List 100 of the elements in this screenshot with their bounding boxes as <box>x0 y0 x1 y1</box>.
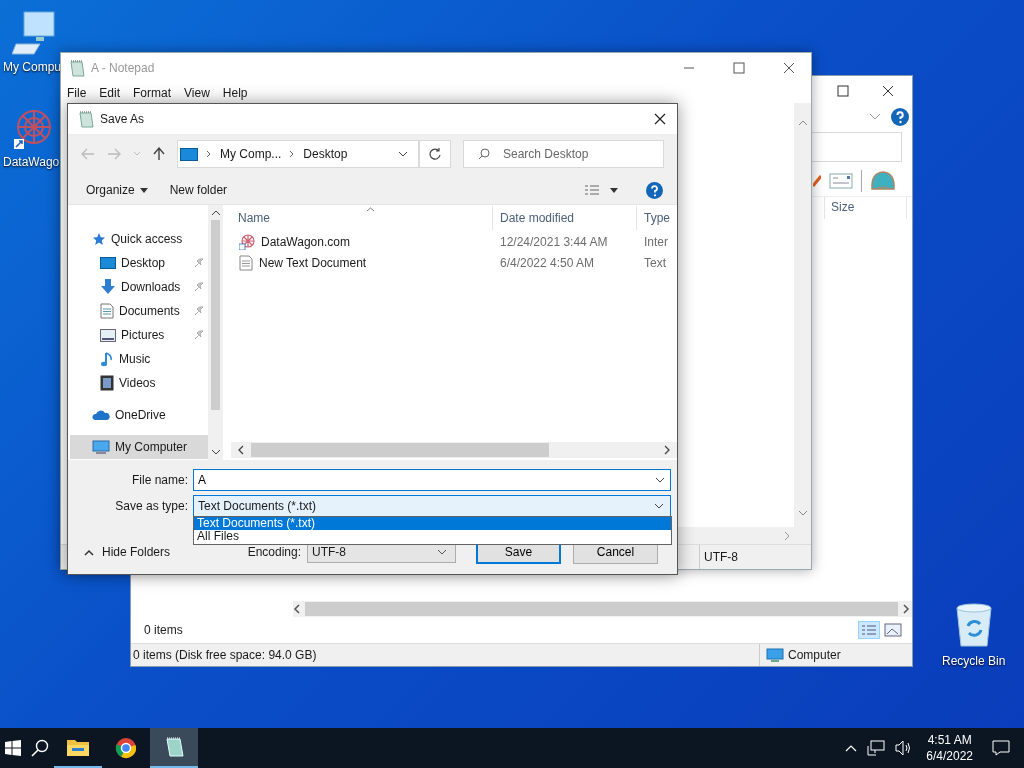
computer-icon <box>92 439 110 455</box>
scroll-left-icon[interactable] <box>237 445 245 455</box>
clock-time[interactable]: 4:51 AM <box>927 733 972 747</box>
nav-item[interactable]: Documents <box>68 299 208 323</box>
search-icon[interactable] <box>31 739 49 757</box>
chevron-down-icon[interactable] <box>398 151 408 157</box>
chevron-down-icon[interactable] <box>654 503 664 509</box>
search-field[interactable]: Search Desktop <box>463 140 664 168</box>
film-icon <box>100 375 114 391</box>
column-header[interactable]: Size <box>824 197 907 219</box>
refresh-icon[interactable] <box>429 148 441 160</box>
notepad-icon[interactable] <box>163 736 185 758</box>
nav-item[interactable]: OneDrive <box>68 403 208 427</box>
vertical-scrollbar[interactable] <box>208 205 223 460</box>
status-text: 0 items (Disk free space: 94.0 GB) <box>133 648 317 662</box>
item-count: 0 items <box>144 623 183 637</box>
field-label: Encoding: <box>247 545 301 559</box>
close-icon[interactable] <box>654 113 666 125</box>
folder-icon[interactable] <box>66 737 90 757</box>
desktop-icon-label[interactable]: DataWago <box>3 155 60 169</box>
breadcrumb-item[interactable]: Desktop <box>303 147 348 161</box>
window-title: A - Notepad <box>91 61 155 75</box>
text-file-icon <box>239 254 253 271</box>
nav-item[interactable]: Desktop <box>68 251 208 275</box>
address-bar[interactable]: My Comp... Desktop <box>177 140 419 168</box>
maximize-icon[interactable] <box>837 85 849 97</box>
file-type: Text <box>643 255 667 270</box>
clock-date[interactable]: 6/4/2022 <box>926 749 973 763</box>
monitor-icon <box>766 648 784 662</box>
file-name-field[interactable]: A <box>193 469 671 491</box>
caret-icon <box>139 187 148 193</box>
field-label: Save as type: <box>114 499 189 513</box>
nav-item[interactable]: Music <box>68 347 208 371</box>
file-name[interactable]: New Text Document <box>259 255 367 270</box>
notepad-icon <box>69 59 85 77</box>
nav-item[interactable]: Videos <box>68 371 208 395</box>
nav-item[interactable]: My Computer <box>70 435 208 459</box>
column-header[interactable]: Name <box>231 206 493 230</box>
sort-caret-icon[interactable] <box>366 207 375 212</box>
cloud-icon <box>92 409 110 421</box>
horizontal-scrollbar[interactable] <box>231 442 677 458</box>
caret-icon[interactable] <box>610 187 618 193</box>
new-folder-button[interactable]: New folder <box>161 180 236 200</box>
chevron-down-icon[interactable] <box>437 549 447 555</box>
chevron-down-icon[interactable] <box>655 477 665 483</box>
menu-item[interactable]: Help <box>222 86 248 100</box>
notepad-icon <box>78 110 94 128</box>
checkmark-icon[interactable] <box>813 175 821 187</box>
file-name[interactable]: DataWagon.com <box>261 234 350 249</box>
nav-item[interactable]: Pictures <box>68 323 208 347</box>
close-icon[interactable] <box>783 62 795 74</box>
windows-logo-icon[interactable] <box>5 740 21 756</box>
desktop-icon <box>100 256 116 270</box>
chevron-right-icon[interactable] <box>289 150 296 158</box>
taskbar-button[interactable] <box>150 728 198 768</box>
shell-icon[interactable] <box>870 169 896 193</box>
nav-item[interactable]: Quick access <box>68 227 208 251</box>
scroll-down-icon[interactable] <box>210 449 221 456</box>
file-type-dropdown[interactable]: Text Documents (*.txt) <box>193 495 671 517</box>
menu-item[interactable]: Edit <box>99 86 121 100</box>
picture-icon <box>100 328 116 342</box>
close-icon[interactable] <box>882 85 894 97</box>
file-date: 6/4/2022 4:50 AM <box>499 255 596 270</box>
up-arrow-icon[interactable] <box>153 147 165 161</box>
music-note-icon <box>100 351 114 367</box>
column-header[interactable]: Type <box>637 206 677 230</box>
scroll-right-icon[interactable] <box>663 445 671 455</box>
refresh-button[interactable] <box>419 140 451 168</box>
desktop-icon-label[interactable]: Recycle Bin <box>942 654 1006 668</box>
organize-button[interactable]: Organize <box>78 180 156 200</box>
computer-icon[interactable] <box>12 10 56 56</box>
notification-icon[interactable] <box>992 740 1010 756</box>
file-date: 12/24/2021 3:44 AM <box>499 234 609 249</box>
menu-item[interactable]: File <box>67 86 87 100</box>
envelope-icon[interactable] <box>829 173 853 189</box>
scroll-up-icon[interactable] <box>210 209 221 216</box>
scroll-right-icon[interactable] <box>902 604 910 614</box>
horizontal-scrollbar[interactable] <box>293 601 912 617</box>
star-icon <box>92 232 106 246</box>
help-icon[interactable] <box>891 108 909 126</box>
menu-item[interactable]: View <box>184 86 210 100</box>
help-icon[interactable] <box>646 181 663 199</box>
column-header[interactable]: Date modified <box>493 206 637 230</box>
recycle-bin-icon[interactable] <box>953 602 994 648</box>
network-icon[interactable] <box>867 740 886 756</box>
menu-item[interactable]: Format <box>133 86 172 100</box>
document-icon <box>100 303 114 319</box>
dropdown-option[interactable]: Text Documents (*.txt) <box>194 517 671 530</box>
desktop-icon-label[interactable]: My Compu <box>3 60 61 74</box>
breadcrumb-item[interactable]: My Comp... <box>220 147 282 161</box>
hide-folders-button[interactable]: Hide Folders <box>78 544 177 560</box>
chevron-up-icon[interactable] <box>845 744 858 752</box>
thumbnail-view-icon[interactable] <box>884 623 902 637</box>
scroll-left-icon[interactable] <box>293 604 301 614</box>
monitor-icon <box>180 147 198 161</box>
chevron-right-icon[interactable] <box>206 150 212 158</box>
maximize-icon[interactable] <box>733 62 745 74</box>
browser-icon[interactable] <box>115 737 137 759</box>
nav-item[interactable]: Downloads <box>68 275 208 299</box>
dialog-title: Save As <box>100 112 145 126</box>
